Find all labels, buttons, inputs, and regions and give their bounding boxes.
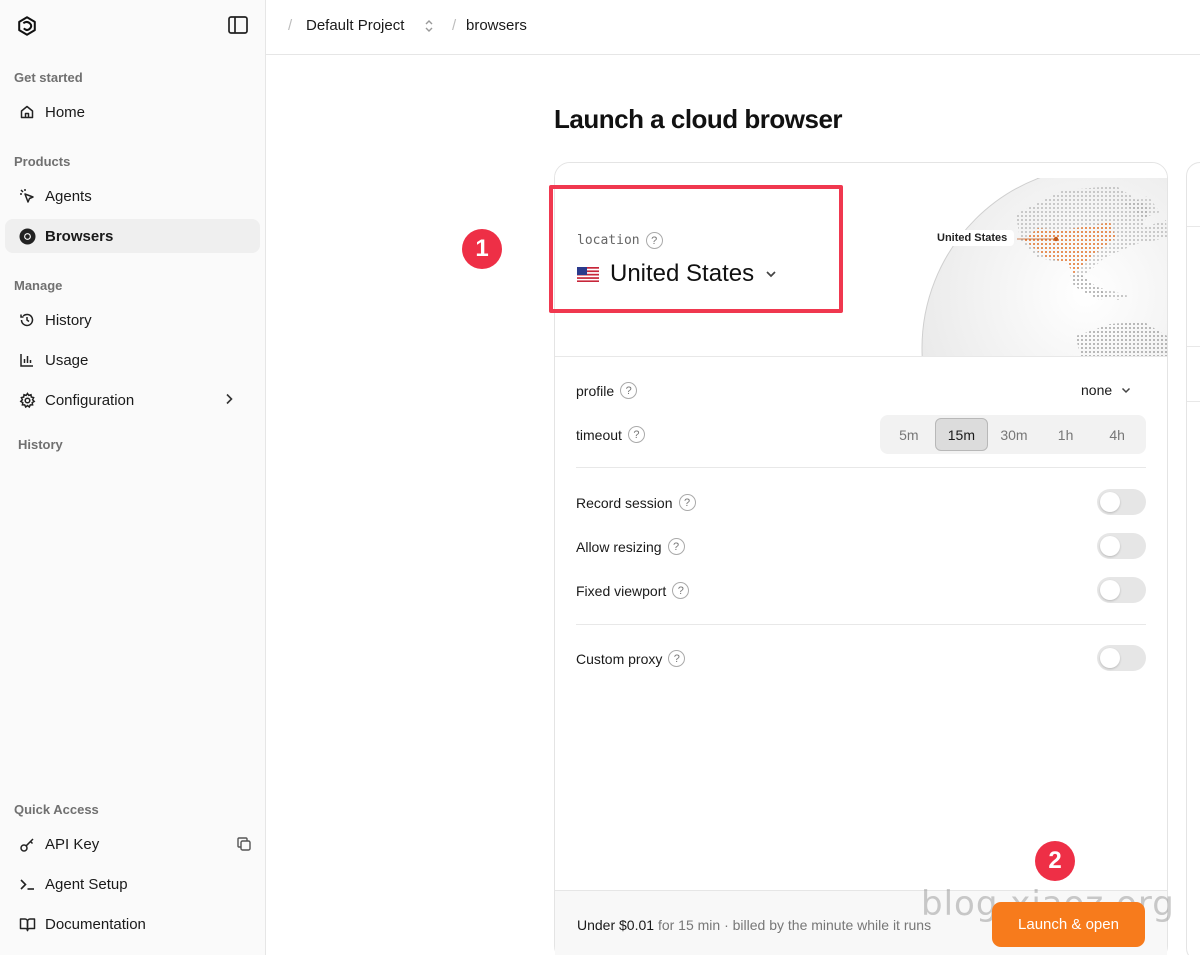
sidebar-item-usage[interactable]: Usage <box>5 343 260 377</box>
sidebar-toggle-icon[interactable] <box>228 16 248 34</box>
book-open-icon <box>18 915 36 933</box>
sidebar-item-agent-setup[interactable]: Agent Setup <box>5 867 260 901</box>
profile-select[interactable]: none <box>1081 382 1132 398</box>
breadcrumb-separator: / <box>288 17 293 34</box>
sidebar-item-configuration[interactable]: Configuration <box>5 383 260 417</box>
key-icon <box>18 835 36 853</box>
sidebar-item-browsers[interactable]: Browsers <box>5 219 260 253</box>
timeout-option-5m[interactable]: 5m <box>883 418 935 451</box>
breadcrumb-project[interactable]: Default Project <box>306 17 404 34</box>
section-products: Products <box>14 154 71 169</box>
section-get-started: Get started <box>14 70 83 85</box>
sidebar-item-label: Agents <box>45 187 92 205</box>
custom-proxy-toggle[interactable] <box>1097 645 1146 671</box>
chevron-down-icon <box>1122 387 1131 394</box>
history-icon <box>18 311 36 329</box>
section-manage: Manage <box>14 278 63 293</box>
sidebar-item-label: History <box>45 311 92 329</box>
timeout-option-1h[interactable]: 1h <box>1040 418 1092 451</box>
sidebar-item-home[interactable]: Home <box>5 95 260 129</box>
sidebar-item-api-key[interactable]: API Key <box>5 827 260 861</box>
divider <box>576 624 1146 625</box>
section-quick-access: Quick Access <box>14 802 99 817</box>
chevron-up-down-icon[interactable] <box>423 18 435 34</box>
home-icon <box>18 103 36 121</box>
sidebar-item-label: Usage <box>45 351 89 369</box>
sidebar-item-history[interactable]: History <box>5 303 260 337</box>
copy-icon[interactable] <box>236 836 252 852</box>
terminal-icon <box>18 875 36 893</box>
gear-icon <box>18 391 36 409</box>
price-details: for 15 min · billed by the minute while … <box>654 917 932 933</box>
section-history: History <box>18 437 63 452</box>
fixed-viewport-label: Fixed viewport? <box>576 582 690 599</box>
cursor-click-icon <box>18 187 36 205</box>
help-icon[interactable]: ? <box>668 650 686 667</box>
annotation-badge-2: 2 <box>1035 841 1075 881</box>
profile-value: none <box>1081 382 1113 398</box>
price-summary: Under $0.01 for 15 min · billed by the m… <box>577 917 931 933</box>
sidebar-item-documentation[interactable]: Documentation <box>5 907 260 941</box>
map-location-tag: United States <box>930 230 1015 246</box>
allow-resizing-text: Allow resizing <box>576 538 662 555</box>
sidebar-item-label: Browsers <box>45 227 114 245</box>
allow-resizing-toggle[interactable] <box>1097 533 1146 559</box>
profile-label: profile? <box>576 382 638 399</box>
timeout-option-30m[interactable]: 30m <box>988 418 1040 451</box>
sidebar-item-agents[interactable]: Agents <box>5 179 260 213</box>
launch-open-button[interactable]: Launch & open <box>992 902 1145 947</box>
timeout-label: timeout? <box>576 426 645 443</box>
sidebar-item-label: API Key <box>45 835 100 853</box>
help-icon[interactable]: ? <box>667 538 685 555</box>
globe-svg <box>921 178 1167 356</box>
help-icon[interactable]: ? <box>672 582 690 599</box>
help-icon[interactable]: ? <box>627 426 645 443</box>
record-session-label: Record session? <box>576 494 696 511</box>
custom-proxy-label: Custom proxy? <box>576 650 686 667</box>
divider <box>576 467 1146 468</box>
adjacent-card <box>1186 162 1200 955</box>
timeout-label-text: timeout <box>576 426 622 443</box>
annotation-badge-1: 1 <box>462 229 502 269</box>
fixed-viewport-toggle[interactable] <box>1097 577 1146 603</box>
help-icon[interactable]: ? <box>620 382 638 399</box>
chrome-icon <box>18 227 36 245</box>
adjacent-card-divider <box>1187 401 1200 402</box>
sidebar-item-label: Agent Setup <box>45 875 128 893</box>
chevron-right-icon <box>226 393 233 405</box>
allow-resizing-label: Allow resizing? <box>576 538 685 555</box>
sidebar-item-label: Documentation <box>45 915 146 933</box>
breadcrumb-page: browsers <box>466 17 527 34</box>
sidebar-item-label: Home <box>45 103 86 121</box>
sidebar: Get started Home Products Agents Browser… <box>0 0 266 955</box>
adjacent-card-divider <box>1187 226 1200 227</box>
annotation-highlight-box <box>549 185 843 313</box>
help-icon[interactable]: ? <box>678 494 696 511</box>
breadcrumb-separator: / <box>452 17 457 34</box>
sidebar-item-label: Configuration <box>45 391 135 409</box>
adjacent-card-divider <box>1187 346 1200 347</box>
price-amount: Under $0.01 <box>577 917 655 933</box>
fixed-viewport-text: Fixed viewport <box>576 582 667 599</box>
record-session-text: Record session <box>576 494 673 511</box>
profile-label-text: profile <box>576 382 615 399</box>
bar-chart-icon <box>18 351 36 369</box>
timeout-option-4h[interactable]: 4h <box>1091 418 1143 451</box>
page-title: Launch a cloud browser <box>554 104 843 134</box>
timeout-segmented-control: 5m 15m 30m 1h 4h <box>880 415 1146 454</box>
globe-map <box>904 178 1167 356</box>
top-header: / Default Project / browsers <box>266 0 1200 55</box>
record-session-toggle[interactable] <box>1097 489 1146 515</box>
timeout-option-15m[interactable]: 15m <box>934 418 989 451</box>
custom-proxy-text: Custom proxy <box>576 650 663 667</box>
app-logo-icon[interactable] <box>16 15 38 37</box>
